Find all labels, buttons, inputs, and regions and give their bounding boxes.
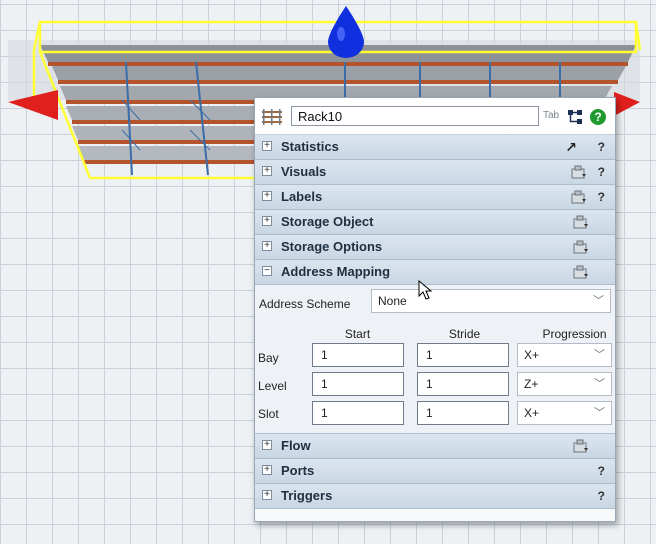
section-label: Address Mapping (281, 264, 391, 279)
section-flow[interactable]: + Flow (255, 434, 615, 459)
template-icon[interactable] (573, 215, 589, 229)
bay-stride-input[interactable]: 1 (417, 343, 509, 367)
template-icon[interactable] (571, 190, 587, 204)
template-icon[interactable] (573, 240, 589, 254)
help-question-icon[interactable]: ? (598, 135, 605, 159)
help-question-icon[interactable]: ? (598, 459, 605, 483)
collapse-icon[interactable]: − (262, 266, 272, 276)
section-label: Ports (281, 463, 315, 478)
level-progression-select[interactable]: Z+ ﹀ (517, 372, 612, 396)
object-name-field[interactable] (291, 106, 539, 126)
slot-start-input[interactable]: 1 (312, 401, 404, 425)
column-header-progression: Progression (542, 327, 607, 341)
chevron-down-icon: ﹀ (593, 295, 604, 307)
slot-progression-select[interactable]: X+ ﹀ (517, 401, 612, 425)
pin-arrow-icon[interactable]: ↗ (565, 135, 577, 159)
help-question-icon[interactable]: ? (598, 160, 605, 184)
section-labels[interactable]: + Labels ? (255, 185, 615, 210)
section-label: Statistics (281, 139, 339, 154)
panel-header: Tab ? (255, 98, 615, 135)
level-progression-value: Z+ (524, 377, 539, 391)
section-label: Flow (281, 438, 311, 453)
mouse-cursor-icon (418, 280, 433, 300)
section-label: Storage Options (281, 239, 383, 254)
row-label-bay: Bay (258, 351, 279, 365)
help-icon[interactable]: ? (590, 109, 606, 125)
column-header-start: Start (344, 327, 371, 341)
row-label-slot: Slot (258, 407, 279, 421)
section-statistics[interactable]: + Statistics ↗ ? (255, 135, 615, 160)
expand-icon[interactable]: + (262, 440, 272, 450)
address-scheme-value: None (378, 294, 407, 308)
template-icon[interactable] (573, 439, 589, 453)
row-label-level: Level (258, 379, 287, 393)
bay-progression-value: X+ (524, 348, 540, 362)
section-ports[interactable]: + Ports ? (255, 459, 615, 484)
help-question-icon[interactable]: ? (598, 185, 605, 209)
section-label: Visuals (281, 164, 327, 179)
tree-view-icon[interactable] (567, 109, 583, 125)
address-scheme-label: Address Scheme (259, 297, 351, 311)
bay-progression-select[interactable]: X+ ﹀ (517, 343, 612, 367)
chevron-down-icon: ﹀ (594, 407, 605, 419)
expand-icon[interactable]: + (262, 166, 272, 176)
expand-icon[interactable]: + (262, 465, 272, 475)
expand-icon[interactable]: + (262, 191, 272, 201)
section-label: Triggers (281, 488, 333, 503)
help-question-icon[interactable]: ? (598, 484, 605, 508)
expand-icon[interactable]: + (262, 216, 272, 226)
section-visuals[interactable]: + Visuals ? (255, 160, 615, 185)
chevron-down-icon: ﹀ (594, 378, 605, 390)
slot-stride-input[interactable]: 1 (417, 401, 509, 425)
z-axis-handle-icon[interactable] (328, 6, 364, 58)
expand-icon[interactable]: + (262, 490, 272, 500)
expand-icon[interactable]: + (262, 141, 272, 151)
template-icon[interactable] (573, 265, 589, 279)
address-mapping-body: Address Scheme None ﹀ Start Stride Progr… (255, 285, 615, 434)
chevron-down-icon: ﹀ (594, 349, 605, 361)
section-label: Labels (281, 189, 323, 204)
section-storage-object[interactable]: + Storage Object (255, 210, 615, 235)
section-label: Storage Object (281, 214, 374, 229)
expand-icon[interactable]: + (262, 241, 272, 251)
slot-progression-value: X+ (524, 406, 540, 420)
section-storage-options[interactable]: + Storage Options (255, 235, 615, 260)
section-triggers[interactable]: + Triggers ? (255, 484, 615, 509)
column-header-stride: Stride (448, 327, 481, 341)
address-scheme-select[interactable]: None ﹀ (371, 289, 611, 313)
level-stride-input[interactable]: 1 (417, 372, 509, 396)
properties-panel: Tab ? + Statistics ↗ ? + Visuals ? + Lab… (254, 97, 616, 522)
rack-object-icon (262, 109, 282, 125)
level-start-input[interactable]: 1 (312, 372, 404, 396)
bay-start-input[interactable]: 1 (312, 343, 404, 367)
tab-icon[interactable]: Tab (543, 110, 559, 121)
template-icon[interactable] (571, 165, 587, 179)
